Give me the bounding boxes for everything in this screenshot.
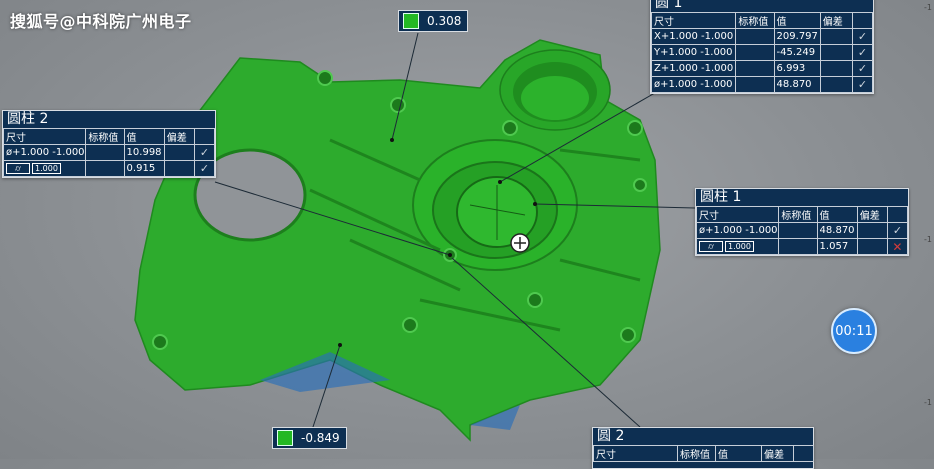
table-row[interactable]: X+1.000 -1.000 209.797 ✓ — [650, 28, 874, 45]
table-row[interactable]: ø+1.000 -1.000 48.870 ✓ — [650, 76, 874, 93]
header-nominal: 标称值 — [735, 12, 775, 29]
tolerance-box: 1.000 — [725, 241, 754, 253]
panel-cylinder-1[interactable]: 圆柱 1 尺寸 标称值 值 偏差 ø+1.000 -1.000 48.870 ✓… — [695, 188, 909, 256]
panel-title: 圆 1 — [655, 0, 683, 11]
table-row[interactable]: ⌭ 1.000 1.057 ✕ — [695, 238, 909, 255]
pass-check-icon: ✓ — [851, 28, 874, 45]
panel-title: 圆 2 — [597, 428, 625, 444]
deviation-label-bottom[interactable]: -0.849 — [272, 427, 347, 449]
header-value: 值 — [773, 12, 821, 29]
panel-cylinder-2[interactable]: 圆柱 2 尺寸 标称值 值 偏差 ø+1.000 -1.000 10.998 ✓… — [2, 110, 216, 178]
deviation-label-top[interactable]: 0.308 — [398, 10, 469, 32]
pass-check-icon: ✓ — [851, 60, 874, 77]
table-row[interactable]: Z+1.000 -1.000 6.993 ✓ — [650, 60, 874, 77]
color-swatch — [403, 13, 419, 29]
pass-check-icon: ✓ — [851, 44, 874, 61]
pass-check-icon: ✓ — [193, 160, 216, 177]
rotate-cursor-icon — [510, 233, 530, 253]
header-size: 尺寸 — [650, 12, 737, 29]
pass-check-icon: ✓ — [851, 76, 874, 93]
header-deviation: 偏差 — [819, 12, 853, 29]
pass-check-icon: ✓ — [886, 222, 909, 239]
table-row[interactable]: ø+1.000 -1.000 48.870 ✓ — [695, 222, 909, 239]
panel-title: 圆柱 1 — [700, 189, 742, 205]
panel-circle-2[interactable]: 圆 2 尺寸 标称值 值 偏差 — [592, 427, 814, 469]
table-header-row: 尺寸 标称值 值 偏差 — [695, 206, 909, 223]
table-header-row: 尺寸 标称值 值 偏差 — [2, 128, 216, 145]
cylindricity-icon: ⌭ — [6, 162, 30, 174]
table-header-row: 尺寸 标称值 值 偏差 — [650, 12, 874, 29]
scale-tick: -1 — [924, 398, 932, 407]
pass-check-icon: ✓ — [193, 144, 216, 161]
table-row[interactable]: Y+1.000 -1.000 -45.249 ✓ — [650, 44, 874, 61]
table-row[interactable]: ø+1.000 -1.000 10.998 ✓ — [2, 144, 216, 161]
panel-title: 圆柱 2 — [7, 111, 49, 127]
fail-cross-icon: ✕ — [886, 238, 909, 255]
color-swatch — [277, 430, 293, 446]
timer-button[interactable]: 00:11 — [831, 308, 877, 354]
scale-tick: -1 — [924, 3, 932, 12]
scale-tick: -1 — [924, 235, 932, 244]
panel-circle-1-coordinates[interactable]: 圆 1 尺寸 标称值 值 偏差 X+1.000 -1.000 209.797 ✓… — [650, 0, 874, 94]
table-row[interactable]: ⌭ 1.000 0.915 ✓ — [2, 160, 216, 177]
table-header-row: 尺寸 标称值 值 偏差 — [593, 445, 814, 462]
cylindricity-icon: ⌭ — [699, 240, 723, 252]
watermark-text: 搜狐号@中科院广州电子 — [10, 12, 192, 31]
tolerance-box: 1.000 — [32, 163, 61, 175]
